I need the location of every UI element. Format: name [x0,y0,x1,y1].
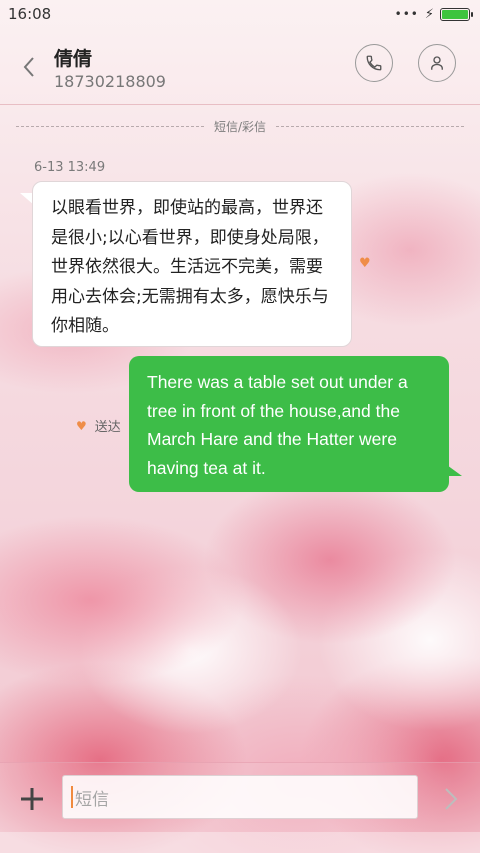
status-bar: 16:08 ••• ⚡ [0,0,480,28]
send-button[interactable] [438,785,462,813]
divider-line [16,125,204,127]
heart-icon: ♥ [76,418,87,433]
outgoing-message-bubble[interactable]: There was a table set out under a tree i… [129,356,449,492]
contact-name: 倩倩 [54,48,93,70]
message-input[interactable]: 短信 [62,775,418,819]
message-type-label: 短信/彩信 [213,119,267,134]
battery-icon [440,7,473,21]
message-type-divider: 短信/彩信 [16,118,465,134]
battery-level [442,9,468,19]
message-composer: 短信 [0,762,480,832]
delivery-status: ♥ 送达 [76,416,121,436]
back-button[interactable] [18,56,40,78]
plus-icon [21,788,43,810]
conversation-header: 倩倩 18730218809 [0,28,480,105]
message-timestamp: 6-13 13:49 [34,160,106,175]
chevron-right-icon [445,788,458,810]
delivery-status-label: 送达 [94,420,121,435]
message-input-placeholder: 短信 [75,789,109,810]
contact-info-button[interactable] [418,44,456,82]
person-icon [431,56,443,70]
incoming-message-bubble[interactable]: 以眼看世界，即使站的最高，世界还是很小;以心看世界，即使身处局限，世界依然很大。… [32,181,352,347]
charging-icon: ⚡ [424,6,434,22]
status-indicators: ••• ⚡ [394,6,473,22]
outgoing-bubble-tail [440,460,462,476]
phone-icon [366,55,382,71]
text-caret [71,786,73,808]
bottom-bar [0,832,480,853]
divider-line [276,125,465,127]
outgoing-message-text: There was a table set out under a tree i… [147,372,408,478]
add-attachment-button[interactable] [18,785,46,813]
favorite-heart-icon: ♥ [359,256,371,271]
more-dots-icon: ••• [394,7,419,21]
contact-number: 18730218809 [54,72,166,91]
call-button[interactable] [355,44,393,82]
chevron-left-icon [23,57,34,77]
incoming-message-text: 以眼看世界，即使站的最高，世界还是很小;以心看世界，即使身处局限，世界依然很大。… [51,198,329,336]
status-time: 16:08 [8,5,52,23]
